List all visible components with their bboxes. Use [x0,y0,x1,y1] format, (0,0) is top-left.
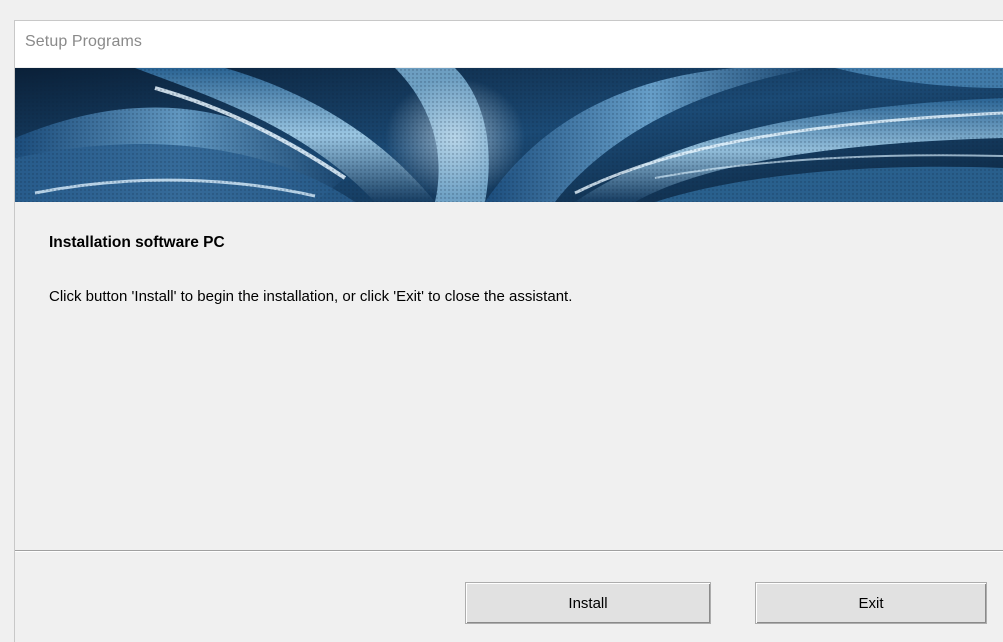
instructions-text: Click button 'Install' to begin the inst… [49,288,573,305]
button-bar: Install Exit [15,552,1003,642]
window-title: Setup Programs [25,33,143,50]
page-heading: Installation software PC [49,234,225,251]
content-panel: Installation software PC Click button 'I… [15,202,1003,550]
desktop-background: Setup Programs Installation software PC … [0,0,1003,642]
banner-image [15,68,1003,202]
title-bar[interactable]: Setup Programs [15,21,1003,67]
exit-button[interactable]: Exit [755,582,987,624]
setup-window: Setup Programs Installation software PC … [14,20,1003,642]
install-button[interactable]: Install [465,582,711,624]
